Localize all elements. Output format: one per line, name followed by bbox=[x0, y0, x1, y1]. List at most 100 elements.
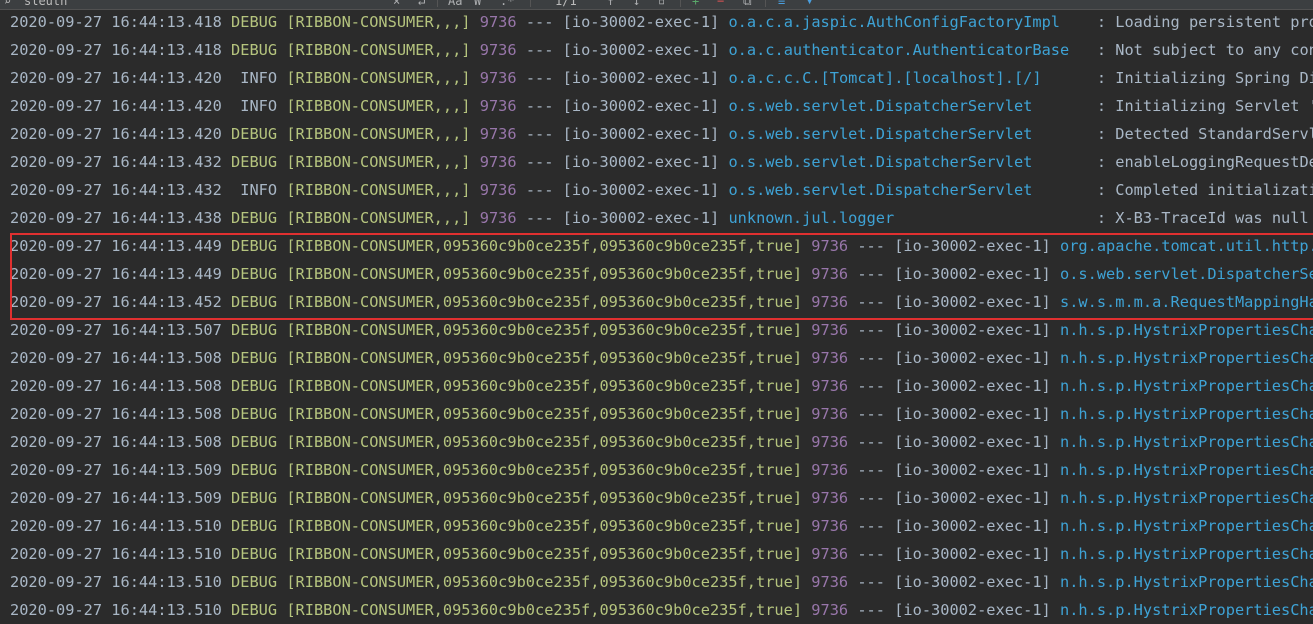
log-separator: --- bbox=[857, 489, 885, 507]
log-logger: n.h.s.p.HystrixPropertiesChaine bbox=[1059, 517, 1313, 535]
log-logger: o.s.web.servlet.DispatcherServlet bbox=[728, 153, 1088, 171]
log-separator: --- bbox=[857, 293, 885, 311]
log-message: : Not subject to any const bbox=[1096, 41, 1313, 59]
log-service: [RIBBON-CONSUMER,,,] bbox=[286, 13, 471, 31]
log-pid: 9736 bbox=[479, 209, 517, 227]
log-level: DEBUG bbox=[231, 209, 278, 227]
toolbar-divider bbox=[530, 0, 531, 7]
log-logger: n.h.s.p.HystrixPropertiesChaine bbox=[1059, 405, 1313, 423]
log-separator: --- bbox=[857, 377, 885, 395]
log-service: [RIBBON-CONSUMER,095360c9b0ce235f,095360… bbox=[286, 433, 803, 451]
log-thread: [io-30002-exec-1] bbox=[562, 125, 720, 143]
log-pid: 9736 bbox=[479, 153, 517, 171]
log-service: [RIBBON-CONSUMER,095360c9b0ce235f,095360… bbox=[286, 349, 803, 367]
log-level: DEBUG bbox=[231, 461, 278, 479]
log-line: 2020-09-27 16:44:13.418 DEBUG [RIBBON-CO… bbox=[10, 8, 1313, 36]
log-thread: [io-30002-exec-1] bbox=[894, 545, 1051, 563]
log-datetime: 2020-09-27 16:44:13.510 bbox=[10, 545, 222, 563]
log-separator: --- bbox=[525, 181, 554, 199]
log-pid: 9736 bbox=[811, 433, 849, 451]
log-datetime: 2020-09-27 16:44:13.449 bbox=[10, 265, 222, 283]
log-separator: --- bbox=[525, 153, 554, 171]
log-line: 2020-09-27 16:44:13.508 DEBUG [RIBBON-CO… bbox=[10, 400, 1313, 428]
log-level: DEBUG bbox=[231, 153, 278, 171]
log-pid: 9736 bbox=[811, 237, 849, 255]
log-service: [RIBBON-CONSUMER,,,] bbox=[286, 209, 471, 227]
log-level: INFO bbox=[231, 181, 278, 199]
log-level: DEBUG bbox=[231, 237, 278, 255]
log-level: DEBUG bbox=[231, 41, 278, 59]
log-service: [RIBBON-CONSUMER,,,] bbox=[286, 41, 471, 59]
log-level: DEBUG bbox=[231, 573, 278, 591]
log-service: [RIBBON-CONSUMER,,,] bbox=[286, 181, 471, 199]
log-thread: [io-30002-exec-1] bbox=[894, 265, 1051, 283]
log-message: : Initializing Servlet 'di bbox=[1096, 97, 1313, 115]
log-logger: n.h.s.p.HystrixPropertiesChaine bbox=[1059, 377, 1313, 395]
log-line: 2020-09-27 16:44:13.449 DEBUG [RIBBON-CO… bbox=[10, 260, 1313, 288]
log-pid: 9736 bbox=[811, 377, 849, 395]
log-pid: 9736 bbox=[479, 181, 517, 199]
log-logger: n.h.s.p.HystrixPropertiesChaine bbox=[1059, 489, 1313, 507]
log-logger: n.h.s.p.HystrixPropertiesChaine bbox=[1059, 461, 1313, 479]
log-logger: o.s.web.servlet.DispatcherServlet bbox=[728, 181, 1088, 199]
log-pid: 9736 bbox=[811, 321, 849, 339]
log-datetime: 2020-09-27 16:44:13.418 bbox=[10, 13, 222, 31]
log-level: DEBUG bbox=[231, 489, 278, 507]
log-message: : enableLoggingRequestDeta bbox=[1096, 153, 1313, 171]
log-line: 2020-09-27 16:44:13.507 DEBUG [RIBBON-CO… bbox=[10, 316, 1313, 344]
log-line: 2020-09-27 16:44:13.420 DEBUG [RIBBON-CO… bbox=[10, 120, 1313, 148]
log-pid: 9736 bbox=[811, 405, 849, 423]
log-pid: 9736 bbox=[479, 69, 517, 87]
log-line: 2020-09-27 16:44:13.508 DEBUG [RIBBON-CO… bbox=[10, 372, 1313, 400]
log-pid: 9736 bbox=[811, 573, 849, 591]
log-line: 2020-09-27 16:44:13.508 DEBUG [RIBBON-CO… bbox=[10, 344, 1313, 372]
log-level: DEBUG bbox=[231, 293, 278, 311]
log-line: 2020-09-27 16:44:13.510 DEBUG [RIBBON-CO… bbox=[10, 596, 1313, 624]
log-logger: n.h.s.p.HystrixPropertiesChaine bbox=[1059, 545, 1313, 563]
log-pid: 9736 bbox=[479, 125, 517, 143]
log-service: [RIBBON-CONSUMER,095360c9b0ce235f,095360… bbox=[286, 601, 803, 619]
log-service: [RIBBON-CONSUMER,,,] bbox=[286, 69, 471, 87]
log-pid: 9736 bbox=[811, 517, 849, 535]
log-logger: o.s.web.servlet.DispatcherServlet bbox=[728, 125, 1088, 143]
log-line: 2020-09-27 16:44:13.509 DEBUG [RIBBON-CO… bbox=[10, 456, 1313, 484]
log-line: 2020-09-27 16:44:13.510 DEBUG [RIBBON-CO… bbox=[10, 568, 1313, 596]
log-datetime: 2020-09-27 16:44:13.449 bbox=[10, 237, 222, 255]
log-pid: 9736 bbox=[811, 349, 849, 367]
log-service: [RIBBON-CONSUMER,095360c9b0ce235f,095360… bbox=[286, 293, 803, 311]
log-separator: --- bbox=[857, 601, 885, 619]
log-thread: [io-30002-exec-1] bbox=[894, 573, 1051, 591]
log-line: 2020-09-27 16:44:13.438 DEBUG [RIBBON-CO… bbox=[10, 204, 1309, 232]
log-logger: o.s.web.servlet.DispatcherServl bbox=[1059, 265, 1313, 283]
log-service: [RIBBON-CONSUMER,,,] bbox=[286, 97, 471, 115]
log-datetime: 2020-09-27 16:44:13.508 bbox=[10, 405, 222, 423]
log-separator: --- bbox=[857, 237, 885, 255]
log-service: [RIBBON-CONSUMER,095360c9b0ce235f,095360… bbox=[286, 265, 803, 283]
log-pid: 9736 bbox=[811, 293, 849, 311]
log-message: : Loading persistent provi bbox=[1096, 13, 1313, 31]
log-thread: [io-30002-exec-1] bbox=[894, 405, 1051, 423]
log-thread: [io-30002-exec-1] bbox=[562, 97, 720, 115]
log-datetime: 2020-09-27 16:44:13.507 bbox=[10, 321, 222, 339]
log-pid: 9736 bbox=[811, 601, 849, 619]
log-thread: [io-30002-exec-1] bbox=[562, 69, 720, 87]
log-thread: [io-30002-exec-1] bbox=[894, 433, 1051, 451]
log-datetime: 2020-09-27 16:44:13.418 bbox=[10, 41, 222, 59]
log-thread: [io-30002-exec-1] bbox=[562, 41, 720, 59]
log-datetime: 2020-09-27 16:44:13.510 bbox=[10, 517, 222, 535]
log-service: [RIBBON-CONSUMER,095360c9b0ce235f,095360… bbox=[286, 237, 803, 255]
log-thread: [io-30002-exec-1] bbox=[894, 349, 1051, 367]
log-separator: --- bbox=[857, 405, 885, 423]
log-level: DEBUG bbox=[231, 433, 278, 451]
log-level: DEBUG bbox=[231, 349, 278, 367]
log-level: DEBUG bbox=[231, 517, 278, 535]
log-datetime: 2020-09-27 16:44:13.420 bbox=[10, 69, 222, 87]
log-level: INFO bbox=[231, 97, 278, 115]
log-line: 2020-09-27 16:44:13.510 DEBUG [RIBBON-CO… bbox=[10, 512, 1313, 540]
toolbar-divider bbox=[765, 0, 766, 7]
log-message: : Detected StandardServlet bbox=[1096, 125, 1313, 143]
log-service: [RIBBON-CONSUMER,095360c9b0ce235f,095360… bbox=[286, 489, 803, 507]
toolbar-divider bbox=[680, 0, 681, 7]
log-separator: --- bbox=[857, 321, 885, 339]
log-service: [RIBBON-CONSUMER,,,] bbox=[286, 153, 471, 171]
